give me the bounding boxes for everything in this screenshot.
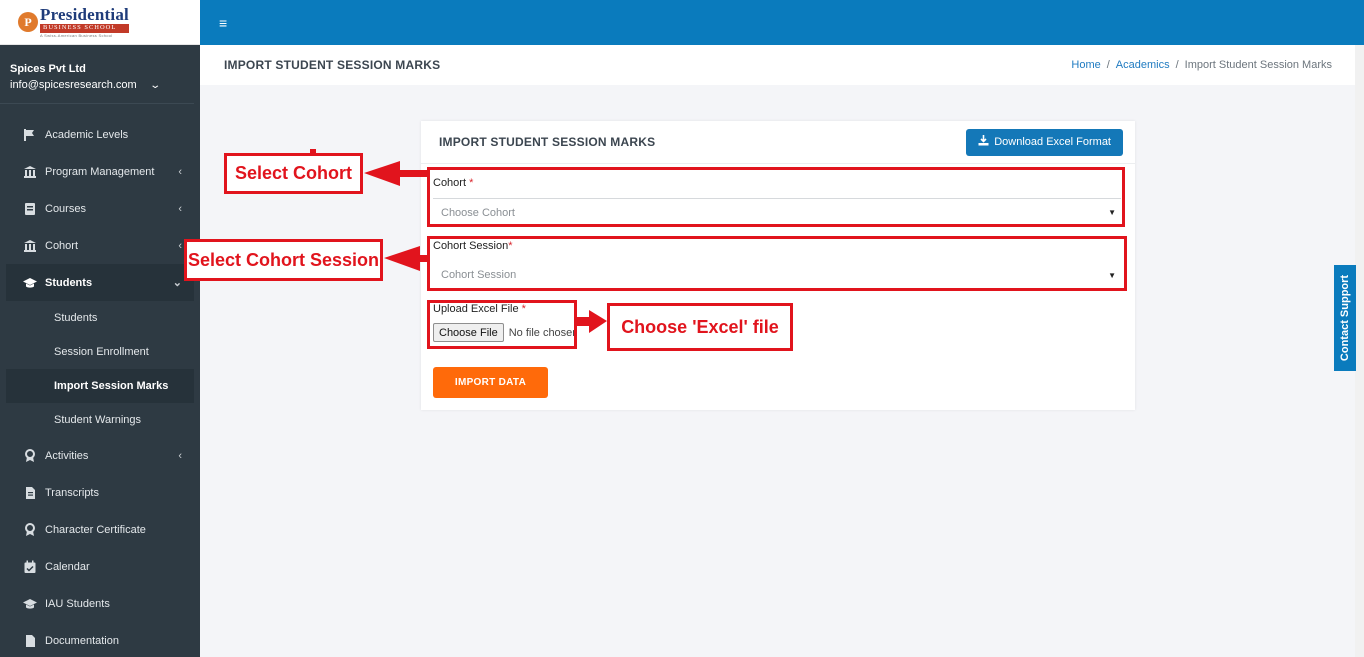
user-email: info@spicesresearch.com (10, 79, 137, 91)
annotation-label-select-cohort: Select Cohort (224, 153, 363, 194)
sidebar-item-cohort[interactable]: Cohort ‹ (0, 227, 200, 264)
logo-sub-text: BUSINESS SCHOOL (40, 24, 129, 33)
annotation-label-select-session: Select Cohort Session (184, 239, 383, 281)
download-button-label: Download Excel Format (994, 136, 1111, 148)
breadcrumb-academics-link[interactable]: Academics (1116, 59, 1170, 71)
user-box: Spices Pvt Ltd info@spicesresearch.com ⌄ (0, 45, 194, 104)
breadcrumb: Home / Academics / Import Student Session Ma… (1071, 59, 1332, 71)
topbar: ≡ (200, 0, 1364, 45)
sidebar: P Presidential BUSINESS SCHOOL A Swiss-A… (0, 0, 200, 657)
sidebar-item-label: Academic Levels (45, 128, 129, 141)
chevron-left-icon: ‹ (178, 449, 182, 462)
sidebar-item-iau-students[interactable]: IAU Students (0, 585, 200, 622)
page-header: IMPORT STUDENT SESSION MARKS Home / Academ… (200, 45, 1355, 85)
chevron-left-icon: ‹ (178, 165, 182, 178)
sidebar-item-activities[interactable]: Activities ‹ (0, 437, 200, 474)
sidebar-item-label: Cohort (45, 239, 79, 252)
sidebar-nav: Academic Levels Program Management ‹ Cou… (0, 116, 200, 657)
file-icon (22, 486, 38, 500)
sidebar-item-academic-levels[interactable]: Academic Levels (0, 116, 200, 153)
annotation-box-session (427, 236, 1127, 291)
sidebar-subitem-students[interactable]: Students (0, 301, 200, 335)
sidebar-item-students[interactable]: Students ⌄ (6, 264, 194, 301)
sidebar-subitem-label: Student Warnings (54, 414, 142, 426)
breadcrumb-current: Import Student Session Marks (1184, 59, 1332, 71)
sidebar-item-label: Courses (45, 202, 86, 215)
book-icon (22, 202, 38, 216)
annotation-box-cohort (427, 167, 1125, 227)
award-icon (22, 522, 38, 537)
sidebar-item-label: Activities (45, 449, 89, 462)
sidebar-subitem-session-enrollment[interactable]: Session Enrollment (0, 335, 200, 369)
scrollbar-track[interactable] (1355, 45, 1364, 657)
sidebar-item-label: Students (45, 276, 93, 289)
sidebar-subitem-label: Students (54, 312, 98, 324)
graduation-cap-icon (22, 276, 38, 290)
card-header: IMPORT STUDENT SESSION MARKS Download Ex… (421, 121, 1135, 164)
contact-support-tab[interactable]: Contact Support (1334, 265, 1356, 371)
logo-tagline: A Swiss-American Business School (40, 32, 113, 38)
download-icon (978, 135, 989, 149)
chevron-left-icon: ‹ (178, 202, 182, 215)
breadcrumb-separator: / (1175, 59, 1179, 71)
annotation-label-choose-file: Choose 'Excel' file (607, 303, 793, 351)
import-data-button[interactable]: IMPORT DATA (433, 367, 548, 398)
sidebar-item-transcripts[interactable]: Transcripts (0, 474, 200, 511)
sidebar-item-label: Character Certificate (45, 523, 146, 536)
sidebar-item-character-certificate[interactable]: Character Certificate (0, 511, 200, 548)
sidebar-subitem-label: Import Session Marks (54, 380, 169, 392)
logo[interactable]: P Presidential BUSINESS SCHOOL A Swiss-A… (0, 0, 200, 45)
sidebar-subitem-student-warnings[interactable]: Student Warnings (0, 403, 200, 437)
breadcrumb-home-link[interactable]: Home (1071, 59, 1100, 71)
graduation-cap-icon (22, 597, 38, 611)
breadcrumb-separator: / (1106, 59, 1110, 71)
sidebar-subitem-import-session-marks[interactable]: Import Session Marks (6, 369, 194, 403)
sidebar-item-label: Transcripts (45, 486, 99, 499)
download-excel-button[interactable]: Download Excel Format (966, 128, 1123, 156)
sidebar-item-calendar[interactable]: Calendar (0, 548, 200, 585)
logo-main-text: Presidential (40, 5, 129, 25)
sidebar-item-label: Calendar (45, 560, 90, 573)
sidebar-item-courses[interactable]: Courses ‹ (0, 190, 200, 227)
sidebar-item-label: IAU Students (45, 597, 110, 610)
award-icon (22, 448, 38, 463)
contact-support-label: Contact Support (1339, 274, 1352, 362)
card-title: IMPORT STUDENT SESSION MARKS (439, 135, 656, 149)
annotation-box-file (427, 300, 577, 349)
hamburger-menu-icon[interactable]: ≡ (219, 15, 227, 31)
sidebar-item-label: Program Management (45, 165, 155, 178)
bank-icon (22, 165, 38, 179)
sidebar-item-program-management[interactable]: Program Management ‹ (0, 153, 200, 190)
sidebar-subitem-label: Session Enrollment (54, 346, 149, 358)
sidebar-item-label: Documentation (45, 634, 119, 647)
user-org: Spices Pvt Ltd (10, 63, 86, 75)
chevron-down-icon: ⌄ (172, 277, 182, 289)
flag-icon (22, 128, 38, 142)
chevron-down-icon[interactable]: ⌄ (149, 80, 161, 91)
file-icon (22, 634, 38, 648)
chevron-left-icon: ‹ (178, 239, 182, 252)
page-title: IMPORT STUDENT SESSION MARKS (224, 58, 441, 72)
arrow-cohort-icon (364, 161, 429, 186)
bank-icon (22, 239, 38, 253)
sidebar-item-documentation[interactable]: Documentation (0, 622, 200, 657)
logo-emblem: P (18, 12, 38, 32)
calendar-check-icon (22, 560, 38, 574)
